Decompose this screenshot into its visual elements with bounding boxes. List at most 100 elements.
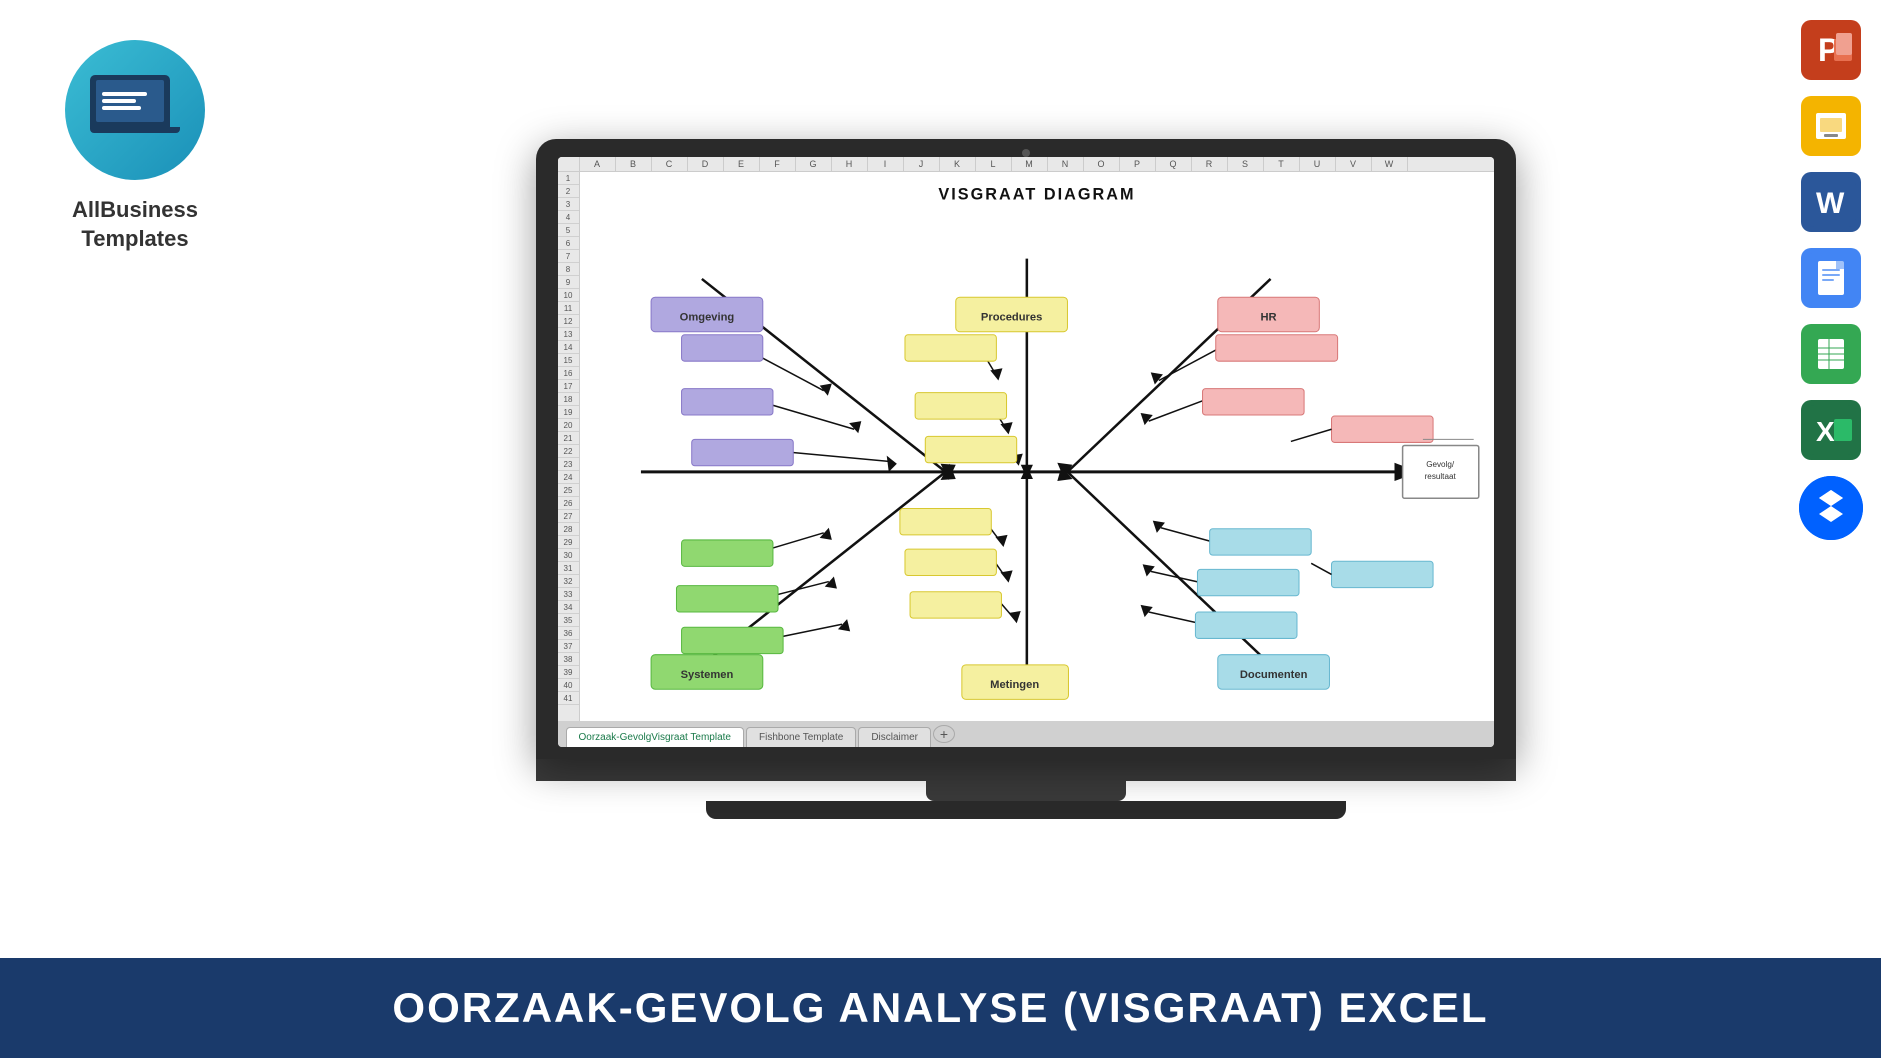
row-33: 33	[558, 588, 579, 601]
row-1: 1	[558, 172, 579, 185]
col-r: R	[1192, 157, 1228, 171]
row-23: 23	[558, 458, 579, 471]
label-hr: HR	[1260, 311, 1276, 323]
row-24: 24	[558, 471, 579, 484]
excel-icon-svg: X	[1806, 405, 1856, 455]
subbranch-doc-1	[1160, 528, 1216, 543]
row-7: 7	[558, 250, 579, 263]
arrow-doc-2	[1142, 564, 1154, 576]
laptop-foot	[706, 801, 1346, 819]
row-5: 5	[558, 224, 579, 237]
box-hr-2	[1202, 389, 1304, 415]
bottom-banner-text: OORZAAK-GEVOLG ANALYSE (VISGRAAT) EXCEL	[392, 984, 1488, 1032]
col-u: U	[1300, 157, 1336, 171]
arrow-doc-1	[1152, 521, 1164, 533]
box-met-3	[910, 592, 1001, 618]
subbranch-hr-2	[1148, 401, 1202, 421]
box-doc-1	[1209, 529, 1311, 555]
arrow-omgeving-2	[849, 421, 861, 433]
logo-line-2	[102, 99, 136, 103]
excel-icon[interactable]: X	[1801, 400, 1861, 460]
row-9: 9	[558, 276, 579, 289]
bottom-banner: OORZAAK-GEVOLG ANALYSE (VISGRAAT) EXCEL	[0, 958, 1881, 1058]
powerpoint-icon[interactable]: P	[1801, 20, 1861, 80]
col-g: G	[796, 157, 832, 171]
google-sheets-icon[interactable]	[1801, 324, 1861, 384]
excel-col-headers: A B C D E F G H I J K L M	[558, 157, 1494, 172]
right-sidebar: P W	[1781, 0, 1881, 958]
row-41: 41	[558, 692, 579, 705]
row-10: 10	[558, 289, 579, 302]
row-13: 13	[558, 328, 579, 341]
arrow-omgeving-3	[886, 456, 896, 472]
arrow-doc-3	[1140, 605, 1152, 617]
box-omgeving-3	[691, 439, 793, 465]
row-37: 37	[558, 640, 579, 653]
row-11: 11	[558, 302, 579, 315]
tab-oorzaak[interactable]: Oorzaak-GevolgVisgraat Template	[566, 727, 745, 747]
box-doc-3	[1195, 612, 1297, 638]
laptop-screen-area: A B C D E F G H I J K L M	[558, 157, 1494, 747]
col-k: K	[940, 157, 976, 171]
svg-text:X: X	[1816, 416, 1835, 447]
subbranch-omgeving-3	[783, 452, 893, 462]
col-w: W	[1372, 157, 1408, 171]
laptop-camera	[1022, 149, 1030, 157]
word-icon-svg: W	[1806, 177, 1856, 227]
col-f: F	[760, 157, 796, 171]
box-sys-3	[681, 627, 783, 653]
dropbox-icon-svg	[1799, 476, 1863, 540]
label-procedures: Procedures	[980, 311, 1041, 323]
google-slides-icon[interactable]	[1801, 96, 1861, 156]
row-39: 39	[558, 666, 579, 679]
word-icon[interactable]: W	[1801, 172, 1861, 232]
col-j: J	[904, 157, 940, 171]
row-3: 3	[558, 198, 579, 211]
laptop-container: A B C D E F G H I J K L M	[536, 139, 1516, 819]
tab-fishbone[interactable]: Fishbone Template	[746, 727, 856, 747]
box-met-2	[904, 549, 995, 575]
col-c: C	[652, 157, 688, 171]
logo-line-3	[102, 106, 141, 110]
row-38: 38	[558, 653, 579, 666]
box-proc-2	[915, 393, 1006, 419]
row-12: 12	[558, 315, 579, 328]
col-q: Q	[1156, 157, 1192, 171]
google-docs-icon[interactable]	[1801, 248, 1861, 308]
col-b: B	[616, 157, 652, 171]
tab-disclaimer[interactable]: Disclaimer	[858, 727, 931, 747]
arrow-proc-1	[990, 368, 1002, 380]
box-met-1	[899, 508, 990, 534]
col-l: L	[976, 157, 1012, 171]
powerpoint-icon-svg: P	[1806, 25, 1856, 75]
laptop-stand	[926, 781, 1126, 801]
row-6: 6	[558, 237, 579, 250]
col-d: D	[688, 157, 724, 171]
box-omgeving-1	[681, 335, 762, 361]
box-omgeving-2	[681, 389, 772, 415]
excel-diagram-content: VISGRAAT DIAGRAM	[580, 172, 1494, 721]
label-metingen: Metingen	[990, 679, 1039, 691]
col-a: A	[580, 157, 616, 171]
row-16: 16	[558, 367, 579, 380]
row-36: 36	[558, 627, 579, 640]
row-25: 25	[558, 484, 579, 497]
row-26: 26	[558, 497, 579, 510]
row-18: 18	[558, 393, 579, 406]
laptop-base-bar	[536, 759, 1516, 781]
label-omgeving: Omgeving	[679, 311, 734, 323]
box-proc-3	[925, 436, 1016, 462]
docs-icon-svg	[1806, 253, 1856, 303]
logo-screen-inner	[96, 80, 164, 122]
arrow-hr-2	[1140, 413, 1152, 425]
tab-add-button[interactable]: +	[933, 725, 955, 743]
diagram-title: VISGRAAT DIAGRAM	[938, 186, 1135, 204]
sheets-icon-svg	[1806, 329, 1856, 379]
dropbox-icon[interactable]	[1799, 476, 1863, 540]
main-area: AllBusiness Templates A B C D	[0, 0, 1881, 958]
svg-text:W: W	[1816, 187, 1845, 220]
row-8: 8	[558, 263, 579, 276]
center-area: A B C D E F G H I J K L M	[270, 0, 1781, 958]
col-t: T	[1264, 157, 1300, 171]
slides-icon-svg	[1806, 101, 1856, 151]
